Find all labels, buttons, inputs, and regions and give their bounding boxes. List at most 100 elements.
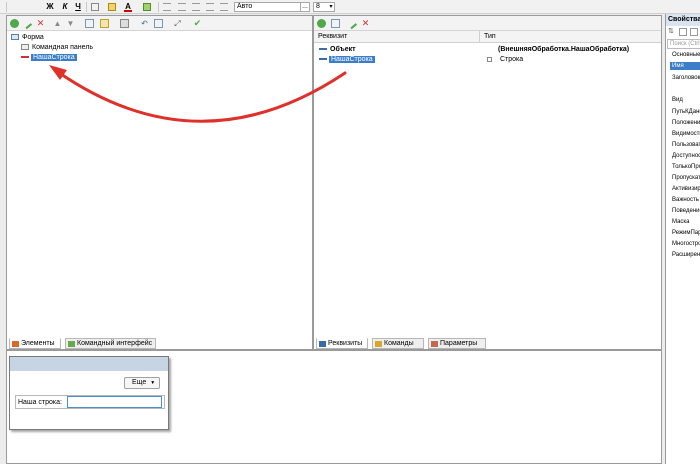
attribute-icon <box>319 48 327 50</box>
more-button[interactable]: Еще ▼ <box>124 377 160 389</box>
move-down-icon[interactable]: ▼ <box>66 19 75 28</box>
resize-icon[interactable]: ⤢ <box>173 19 182 28</box>
properties-search-input[interactable]: Поиск (Ctrl+F) <box>667 39 700 49</box>
align-top-icon[interactable] <box>220 3 228 11</box>
fill-color-icon[interactable] <box>108 3 116 11</box>
attribute-type: (ВнешняяОбработка.НашаОбработка) <box>498 46 630 53</box>
tab-label: Элементы <box>21 340 55 347</box>
add-icon[interactable] <box>10 19 19 28</box>
attribute-row-our-string[interactable]: НашаСтрока <box>319 55 375 64</box>
group-icon[interactable] <box>85 19 94 28</box>
edit-icon[interactable] <box>20 17 33 30</box>
add-attribute-icon[interactable] <box>317 19 326 28</box>
properties-panel: Свойства ⇅ Поиск (Ctrl+F) Основные Имя З… <box>665 14 700 464</box>
sort-icon[interactable]: ⇅ <box>668 28 676 36</box>
form-preview: Еще ▼ Наша строка: <box>9 356 169 430</box>
tab-elements[interactable]: Элементы <box>9 338 61 349</box>
border-icon[interactable] <box>91 3 99 11</box>
property-mask[interactable]: Маска <box>672 218 690 226</box>
align-justify-icon[interactable] <box>206 3 214 11</box>
font-name-button[interactable]: ... <box>300 2 310 12</box>
tab-command-interface[interactable]: Командный интерфейс <box>65 338 156 349</box>
highlight-icon[interactable] <box>143 3 151 11</box>
copy-icon[interactable] <box>331 19 340 28</box>
font-name-field[interactable]: Авто <box>234 2 310 12</box>
move-up-icon[interactable]: ▲ <box>53 19 62 28</box>
property-importance[interactable]: Важность <box>672 196 699 204</box>
underline-button[interactable]: Ч <box>74 2 82 12</box>
align-right-icon[interactable] <box>192 3 200 11</box>
delete-attribute-icon[interactable]: ✕ <box>361 19 370 28</box>
property-title[interactable]: Заголовок <box>672 74 700 82</box>
edit-attribute-icon[interactable] <box>345 17 358 30</box>
property-position[interactable]: Положение <box>672 119 700 127</box>
categories-icon[interactable] <box>679 28 687 36</box>
field-label: Наша строка: <box>18 399 62 406</box>
preview-header <box>10 357 168 371</box>
attribute-type-cell: Строка <box>487 55 523 64</box>
parameters-tab-icon <box>431 341 438 347</box>
toolbar-separator <box>6 2 7 12</box>
attributes-panel: ✕ Реквизит Тип Объект (ВнешняяОбработка.… <box>313 15 662 350</box>
attribute-type: Строка <box>499 56 524 63</box>
attribute-row-object[interactable]: Объект <box>319 45 356 54</box>
font-color-icon[interactable]: A <box>124 2 132 12</box>
column-header-type[interactable]: Тип <box>480 31 661 43</box>
chevron-down-icon[interactable]: ▾ <box>328 2 334 12</box>
commands-tab-icon <box>375 341 382 347</box>
tree-item-form[interactable]: Форма <box>11 33 44 42</box>
property-password-mode[interactable]: РежимПароля <box>672 229 700 237</box>
delete-icon[interactable]: ✕ <box>36 19 45 28</box>
property-visibility[interactable]: Видимость <box>672 130 700 138</box>
elements-tab-icon <box>12 341 19 347</box>
filter-icon[interactable] <box>690 28 698 36</box>
attributes-tab-icon <box>319 341 326 347</box>
picture-icon[interactable] <box>154 19 163 28</box>
align-left-icon[interactable] <box>163 3 171 11</box>
tree-item-label: НашаСтрока <box>31 54 77 61</box>
property-shrink-behavior[interactable]: ПоведениеПриСжатии <box>672 207 700 215</box>
property-kind[interactable]: Вид <box>672 96 683 104</box>
property-name[interactable]: Имя <box>670 62 700 70</box>
properties-title: Свойства <box>666 14 700 26</box>
tree-item-label: Форма <box>22 34 44 41</box>
table-icon[interactable] <box>120 19 129 28</box>
our-string-input[interactable] <box>67 396 162 408</box>
column-header-attribute[interactable]: Реквизит <box>314 31 480 43</box>
tab-label: Командный интерфейс <box>77 340 153 347</box>
tab-parameters[interactable]: Параметры <box>428 338 486 349</box>
attributes-toolbar: ✕ <box>314 16 661 31</box>
property-read-only[interactable]: ТолькоПросмотр <box>672 163 700 171</box>
tab-attributes[interactable]: Реквизиты <box>316 338 368 349</box>
tab-label: Реквизиты <box>328 340 363 347</box>
italic-button[interactable]: К <box>61 2 69 12</box>
designer-window: Ж К Ч A Авто ... 8 ▾ ✕ ▲ ▼ ↶ ⤢ ✔ Форма К… <box>0 0 700 464</box>
undo-icon[interactable]: ↶ <box>140 19 149 28</box>
bold-button[interactable]: Ж <box>46 2 54 12</box>
property-extended-edit[interactable]: РасширенноеРедактирование <box>672 251 700 259</box>
toolbar-separator <box>158 2 159 12</box>
chevron-down-icon: ▼ <box>150 380 156 386</box>
input-field-icon <box>21 56 29 58</box>
tree-item-our-string[interactable]: НашаСтрока <box>21 53 77 62</box>
tab-label: Команды <box>384 340 414 347</box>
command-bar-icon <box>21 44 29 50</box>
property-data-path[interactable]: ПутьКДанным <box>672 108 700 116</box>
align-center-icon[interactable] <box>178 3 186 11</box>
property-user-visibility[interactable]: Пользовательская <box>672 141 700 149</box>
attributes-tabs-row: Реквизиты Команды Параметры <box>316 258 656 349</box>
attribute-name: НашаСтрока <box>329 56 375 63</box>
elements-toolbar: ✕ ▲ ▼ ↶ ⤢ ✔ <box>7 16 312 31</box>
field-group: Наша строка: <box>15 395 165 409</box>
property-skip-on-input[interactable]: ПропускатьПриВводе <box>672 174 700 182</box>
command-interface-tab-icon <box>68 341 75 347</box>
tab-commands[interactable]: Команды <box>372 338 424 349</box>
toolbar-separator <box>86 2 87 12</box>
tree-item-command-bar[interactable]: Командная панель <box>21 43 93 52</box>
property-multiline[interactable]: Многострочный <box>672 240 700 248</box>
property-enabled[interactable]: Доступность <box>672 152 700 160</box>
check-icon[interactable]: ✔ <box>193 19 202 28</box>
property-activate[interactable]: АктивизироватьПоУмолч <box>672 185 700 193</box>
insert-field-icon[interactable] <box>100 19 109 28</box>
property-group[interactable]: Основные <box>672 51 700 59</box>
